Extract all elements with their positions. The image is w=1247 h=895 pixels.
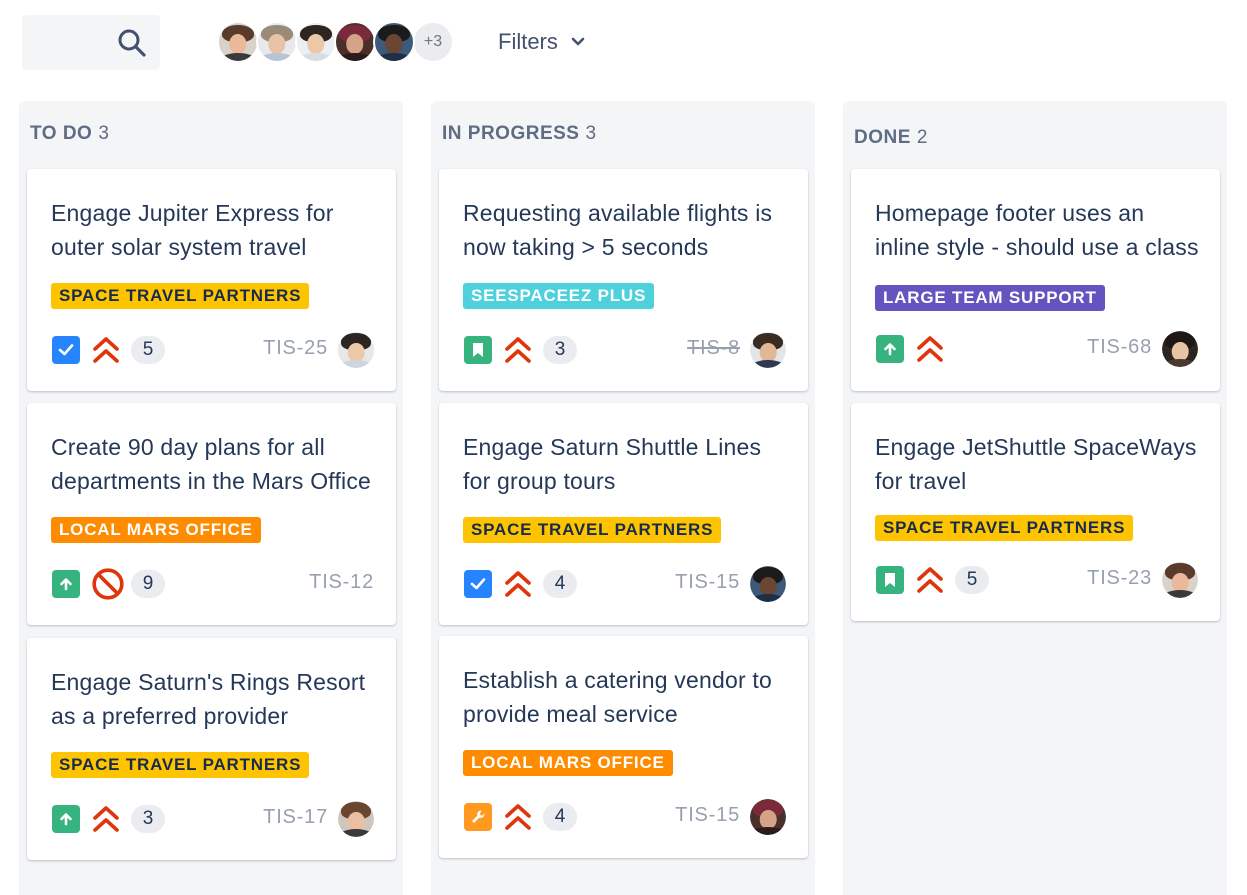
column-title: TO DO: [30, 123, 93, 144]
story-points-badge: 4: [543, 570, 577, 598]
issue-card[interactable]: Requesting available flights is now taki…: [439, 169, 808, 391]
search-icon: [118, 29, 146, 57]
improvement-icon: [52, 805, 80, 833]
epic-label: SPACE TRAVEL PARTNERS: [51, 752, 310, 778]
issue-card[interactable]: Engage JetShuttle SpaceWays for travel S…: [851, 403, 1220, 621]
story-points-badge: 3: [543, 336, 577, 364]
team-avatars: +3: [217, 21, 454, 63]
story-points-badge: 3: [131, 805, 165, 833]
issue-card[interactable]: Engage Saturn Shuttle Lines for group to…: [439, 403, 808, 625]
improvement-icon: [52, 570, 80, 598]
column-in-progress: IN PROGRESS 3 Requesting available flight…: [431, 101, 815, 895]
epic-label: LARGE TEAM SUPPORT: [875, 285, 1105, 311]
column-header: IN PROGRESS 3: [442, 123, 597, 145]
assignee-avatar[interactable]: [338, 332, 374, 368]
card-title: Create 90 day plans for all departments …: [51, 434, 372, 494]
search-input[interactable]: [22, 15, 160, 70]
column-count: 2: [916, 127, 928, 148]
card-title: Engage Saturn Shuttle Lines for group to…: [463, 434, 762, 494]
issue-key[interactable]: TIS-12: [309, 571, 374, 594]
story-points-badge: 5: [955, 566, 989, 594]
highest-priority-icon: [93, 337, 119, 363]
issue-card[interactable]: Homepage footer uses an inline style - s…: [851, 169, 1220, 391]
column-title: DONE: [854, 127, 911, 148]
issue-card[interactable]: Engage Saturn's Rings Resort as a prefer…: [27, 638, 396, 860]
issue-key[interactable]: TIS-23: [1087, 567, 1152, 590]
assignee-avatar[interactable]: [750, 566, 786, 602]
avatar[interactable]: [295, 21, 337, 63]
avatar[interactable]: [334, 21, 376, 63]
issue-card[interactable]: Engage Jupiter Express for outer solar s…: [27, 169, 396, 391]
assignee-avatar[interactable]: [750, 799, 786, 835]
story-points-badge: 4: [543, 803, 577, 831]
epic-label: LOCAL MARS OFFICE: [51, 517, 261, 543]
avatar[interactable]: [373, 21, 415, 63]
more-avatars-badge[interactable]: +3: [412, 21, 454, 63]
highest-priority-icon: [505, 337, 531, 363]
story-points-badge: 9: [131, 570, 165, 598]
epic-label: SPACE TRAVEL PARTNERS: [51, 283, 310, 309]
column-title: IN PROGRESS: [442, 123, 580, 144]
column-done: DONE 2 Homepage footer uses an inline sty…: [843, 101, 1227, 895]
story-icon: [876, 566, 904, 594]
assignee-avatar[interactable]: [1162, 562, 1198, 598]
issue-key[interactable]: TIS-15: [675, 804, 740, 827]
issue-card[interactable]: Establish a catering vendor to provide m…: [439, 636, 808, 858]
issue-card[interactable]: Create 90 day plans for all departments …: [27, 403, 396, 625]
issue-key[interactable]: TIS-68: [1087, 336, 1152, 359]
card-title: Engage Saturn's Rings Resort as a prefer…: [51, 669, 366, 729]
highest-priority-icon: [93, 806, 119, 832]
avatar[interactable]: [256, 21, 298, 63]
issue-key[interactable]: TIS-17: [263, 806, 328, 829]
column-count: 3: [98, 123, 110, 144]
card-title: Establish a catering vendor to provide m…: [463, 667, 773, 727]
assignee-avatar[interactable]: [1162, 331, 1198, 367]
epic-label: LOCAL MARS OFFICE: [463, 750, 673, 776]
avatar[interactable]: [217, 21, 259, 63]
wrench-icon: [464, 803, 492, 831]
column-header: TO DO 3: [30, 123, 109, 145]
epic-label: SEESPACEEZ PLUS: [463, 283, 655, 309]
chevron-down-icon: [571, 37, 585, 46]
card-title: Engage Jupiter Express for outer solar s…: [51, 200, 334, 260]
card-title: Engage JetShuttle SpaceWays for travel: [875, 434, 1197, 494]
highest-priority-icon: [917, 336, 943, 362]
highest-priority-icon: [505, 804, 531, 830]
column-header: DONE 2: [854, 127, 928, 149]
assignee-avatar[interactable]: [750, 332, 786, 368]
story-points-badge: 5: [131, 336, 165, 364]
story-icon: [464, 336, 492, 364]
card-title: Requesting available flights is now taki…: [463, 200, 773, 260]
assignee-avatar[interactable]: [338, 801, 374, 837]
epic-label: SPACE TRAVEL PARTNERS: [875, 515, 1134, 541]
issue-key[interactable]: TIS-8: [687, 337, 740, 360]
card-title: Homepage footer uses an inline style - s…: [875, 200, 1199, 260]
blocker-icon: [92, 568, 124, 600]
issue-key[interactable]: TIS-15: [675, 571, 740, 594]
highest-priority-icon: [505, 571, 531, 597]
issue-key[interactable]: TIS-25: [263, 337, 328, 360]
column-to-do: TO DO 3 Engage Jupiter Express for outer …: [19, 101, 403, 895]
epic-label: SPACE TRAVEL PARTNERS: [463, 517, 722, 543]
highest-priority-icon: [917, 567, 943, 593]
filters-label: Filters: [498, 29, 558, 54]
improvement-icon: [876, 335, 904, 363]
checkbox-icon: [52, 336, 80, 364]
checkbox-icon: [464, 570, 492, 598]
filters-dropdown[interactable]: Filters: [498, 26, 586, 58]
column-count: 3: [585, 123, 597, 144]
